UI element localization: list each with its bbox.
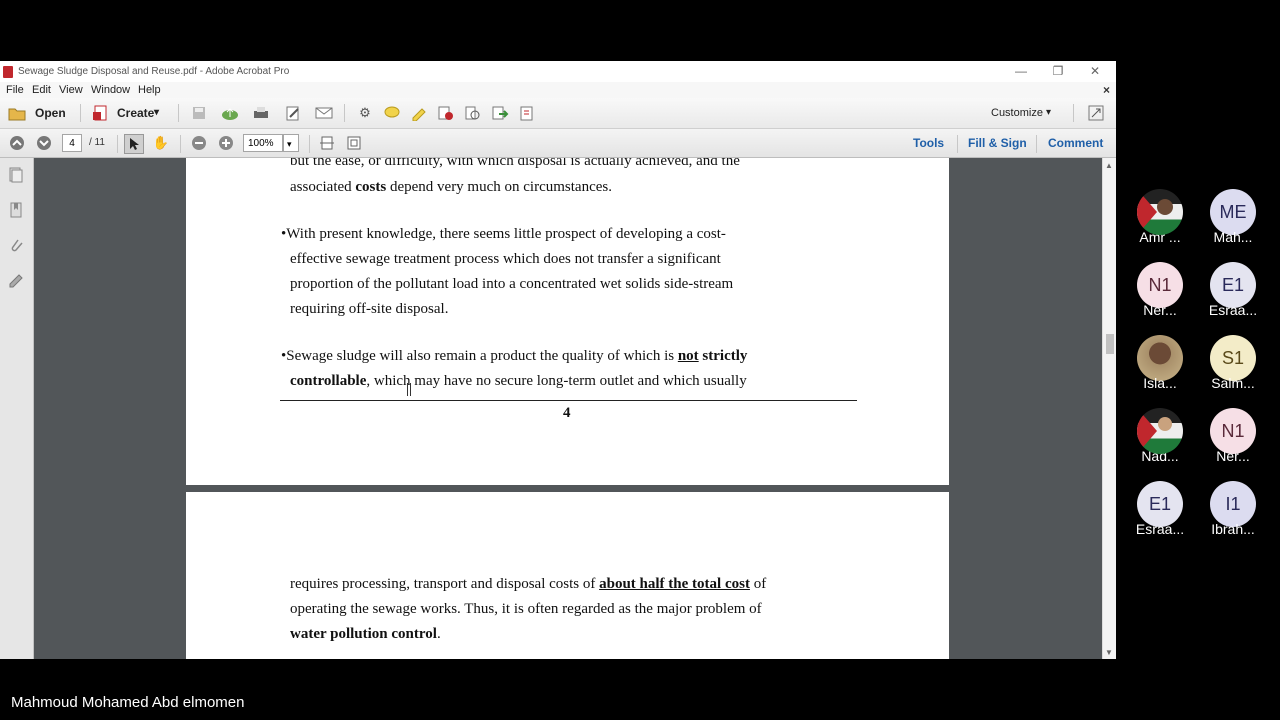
select-tool-icon[interactable] [124, 134, 144, 154]
participant-tile[interactable]: E1 Esraa... [1125, 481, 1195, 537]
scroll-down-icon[interactable]: ▼ [1105, 648, 1113, 657]
signatures-icon[interactable] [7, 271, 25, 289]
save-icon[interactable] [190, 104, 208, 122]
footer-rule [280, 400, 857, 401]
text-line: requires processing, transport and dispo… [290, 576, 767, 592]
text-line: operating the sewage works. Thus, it is … [290, 601, 762, 617]
participant-tile[interactable]: Isla... [1125, 335, 1195, 391]
participant-name: Ibrah... [1211, 521, 1255, 537]
participant-name: Mah... [1213, 229, 1253, 245]
pdf-page-4: but the ease, or difficulty, with which … [186, 158, 949, 485]
customize-button[interactable]: Customize [991, 98, 1043, 128]
menu-view[interactable]: View [59, 82, 83, 98]
forms-icon[interactable] [518, 104, 536, 122]
menu-edit[interactable]: Edit [32, 82, 51, 98]
text-cursor-icon [407, 383, 411, 396]
participant-name: Esraa... [1135, 521, 1185, 537]
bullet-line: •Sewage sludge will also remain a produc… [281, 348, 748, 364]
zoom-dropdown-icon[interactable]: ▾ [283, 134, 299, 152]
menu-file[interactable]: File [6, 82, 24, 98]
page-number-input[interactable]: 4 [62, 134, 82, 152]
text-line: associated costs depend very much on cir… [290, 179, 612, 195]
participant-tile[interactable]: Amr ... [1125, 189, 1195, 245]
gear-icon[interactable]: ⚙ [356, 104, 374, 122]
export-icon[interactable] [491, 104, 509, 122]
folder-icon[interactable] [8, 104, 26, 122]
close-document-button[interactable]: × [1103, 82, 1110, 98]
text-line: effective sewage treatment process which… [290, 251, 721, 267]
upload-cloud-icon[interactable] [221, 104, 239, 122]
attachments-icon[interactable] [7, 236, 25, 254]
restore-button[interactable]: ❐ [1040, 61, 1076, 82]
zoom-level-input[interactable]: 100% [243, 134, 283, 152]
menu-bar: File Edit View Window Help × [0, 82, 1116, 98]
menu-help[interactable]: Help [138, 82, 161, 98]
participant-tile[interactable]: E1 Esraa... [1198, 262, 1268, 318]
bookmarks-icon[interactable] [7, 201, 25, 219]
document-view[interactable]: but the ease, or difficulty, with which … [34, 158, 1102, 659]
highlight-icon[interactable] [410, 104, 428, 122]
menu-window[interactable]: Window [91, 82, 130, 98]
expand-icon[interactable] [1087, 104, 1105, 122]
edit-icon[interactable] [284, 104, 302, 122]
participant-tile[interactable]: ME Mah... [1198, 189, 1268, 245]
next-page-icon[interactable] [35, 134, 53, 152]
scroll-thumb[interactable] [1106, 334, 1114, 354]
title-bar: Sewage Sludge Disposal and Reuse.pdf - A… [0, 61, 1116, 82]
page-thumbnails-icon[interactable] [7, 166, 25, 184]
active-speaker-name: Mahmoud Mohamed Abd elmomen [11, 694, 245, 711]
window-title: Sewage Sludge Disposal and Reuse.pdf - A… [18, 66, 290, 77]
tools-tab[interactable]: Tools [913, 129, 944, 157]
participant-name: Ner... [1143, 302, 1177, 318]
scroll-up-icon[interactable]: ▲ [1105, 161, 1113, 170]
participant-tile[interactable]: I1 Ibrah... [1198, 481, 1268, 537]
redact-icon[interactable] [437, 104, 455, 122]
page-number: 4 [563, 405, 571, 421]
bullet-line: •With present knowledge, there seems lit… [281, 226, 726, 242]
vertical-scrollbar[interactable]: ▲ ▼ [1102, 158, 1116, 659]
fit-page-icon[interactable] [318, 134, 336, 152]
text-line: requiring off-site disposal. [290, 301, 449, 317]
main-toolbar: Open Create ▾ ⚙ Customize ▾ [0, 98, 1116, 129]
participant-name: Salm... [1211, 375, 1255, 391]
pdf-page-5: requires processing, transport and dispo… [186, 492, 949, 659]
navigation-toolbar: 4 / 11 ✋ 100% ▾ Tools Fill & Sign Commen… [0, 129, 1116, 158]
text-line: controllable, which may have no secure l… [290, 373, 747, 389]
text-line: proportion of the pollutant load into a … [290, 276, 734, 292]
customize-caret-icon[interactable]: ▾ [1046, 98, 1051, 128]
acrobat-window: Sewage Sludge Disposal and Reuse.pdf - A… [0, 61, 1116, 659]
close-button[interactable]: ✕ [1077, 61, 1113, 82]
navigation-pane [0, 158, 34, 659]
comment-tab[interactable]: Comment [1048, 129, 1103, 157]
previous-page-icon[interactable] [8, 134, 26, 152]
participant-tile[interactable]: S1 Salm... [1198, 335, 1268, 391]
create-pdf-icon[interactable] [92, 104, 110, 122]
create-button[interactable]: Create [117, 98, 154, 128]
participant-tile[interactable]: N1 Ner... [1125, 262, 1195, 318]
print-icon[interactable] [252, 104, 270, 122]
zoom-in-icon[interactable] [217, 134, 235, 152]
zoom-out-icon[interactable] [190, 134, 208, 152]
text-line: water pollution control. [290, 626, 441, 642]
participant-name: Isla... [1143, 375, 1177, 391]
email-icon[interactable] [315, 104, 333, 122]
text-line: but the ease, or difficulty, with which … [290, 158, 740, 169]
page-total: / 11 [89, 137, 105, 148]
fit-width-icon[interactable] [345, 134, 363, 152]
compare-icon[interactable] [464, 104, 482, 122]
avatar [1137, 408, 1183, 454]
participant-tile[interactable]: N1 Ner... [1198, 408, 1268, 464]
open-button[interactable]: Open [35, 98, 66, 128]
minimize-button[interactable]: — [1003, 61, 1039, 82]
participant-name: Ner... [1216, 448, 1250, 464]
fill-sign-tab[interactable]: Fill & Sign [968, 129, 1027, 157]
avatar [1137, 189, 1183, 235]
participant-name: Esraa... [1208, 302, 1258, 318]
comment-bubble-icon[interactable] [383, 104, 401, 122]
hand-tool-icon[interactable]: ✋ [152, 134, 170, 152]
create-caret-icon[interactable]: ▾ [154, 98, 159, 128]
participant-tile[interactable]: Nad... [1125, 408, 1195, 464]
pdf-icon [3, 66, 13, 78]
